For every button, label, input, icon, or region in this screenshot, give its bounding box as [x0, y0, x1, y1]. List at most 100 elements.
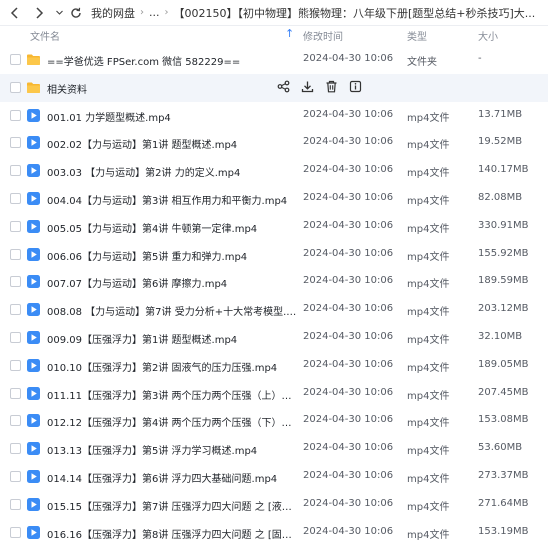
file-row[interactable]: 011.11【压强浮力】第3讲 两个压力两个压强（上）经典五杯模... 2024-… — [0, 380, 548, 408]
file-date: 2024-04-30 10:06 — [303, 386, 394, 398]
folder-row[interactable]: 相关资料 — [0, 73, 548, 102]
file-name[interactable]: 010.10【压强浮力】第2讲 固液气的压力压强.mp4 — [47, 359, 297, 374]
file-size: 32.10MB — [478, 331, 523, 342]
file-name[interactable]: 004.04【力与运动】第3讲 相互作用力和平衡力.mp4 — [47, 192, 297, 207]
file-row[interactable]: 015.15【压强浮力】第7讲 压强浮力四大问题 之 [液体压力压强]... 20… — [0, 491, 548, 519]
back-button[interactable] — [3, 1, 27, 25]
file-name[interactable]: 002.02【力与运动】第1讲 题型概述.mp4 — [47, 136, 297, 151]
breadcrumb-current: 【002150】【初中物理】熊猴物理：八年级下册[题型总结+秒杀技巧]大... — [173, 6, 536, 20]
file-row[interactable]: 007.07【力与运动】第6讲 摩擦力.mp4 2024-04-30 10:06 m… — [0, 268, 548, 296]
row-checkbox[interactable] — [10, 81, 21, 93]
breadcrumb-separator: › — [140, 7, 144, 18]
history-dropdown-button[interactable] — [51, 1, 67, 25]
file-name[interactable]: 015.15【压强浮力】第7讲 压强浮力四大问题 之 [液体压力压强]... — [47, 498, 297, 513]
video-file-icon — [27, 247, 40, 261]
file-type: mp4文件 — [407, 168, 450, 180]
share-button[interactable] — [276, 80, 290, 94]
row-checkbox[interactable] — [10, 193, 21, 204]
sort-arrow-icon[interactable]: ↑ — [285, 27, 294, 40]
file-row[interactable]: 013.13【压强浮力】第5讲 浮力学习概述.mp4 2024-04-30 10:… — [0, 435, 548, 463]
file-row[interactable]: 016.16【压强浮力】第8讲 压强浮力四大问题 之 [固体压力压强]... 20… — [0, 519, 548, 547]
row-actions — [276, 80, 362, 94]
row-checkbox[interactable] — [10, 415, 21, 427]
file-row[interactable]: 005.05【力与运动】第4讲 牛顿第一定律.mp4 2024-04-30 10:… — [0, 213, 548, 241]
row-checkbox[interactable] — [10, 498, 21, 510]
file-name[interactable]: 008.08 【力与运动】第7讲 受力分析+十大常考模型.mp4 — [47, 303, 297, 318]
file-date: 2024-04-30 10:06 — [303, 497, 394, 509]
file-name[interactable]: 003.03 【力与运动】第2讲 力的定义.mp4 — [47, 164, 297, 179]
row-checkbox[interactable] — [10, 54, 21, 65]
column-size-header[interactable]: 大小 — [478, 28, 498, 43]
column-date-header[interactable]: 修改时间 — [303, 28, 343, 43]
column-type-header[interactable]: 类型 — [407, 28, 427, 43]
row-checkbox[interactable] — [10, 471, 21, 482]
file-date: 2024-04-30 10:06 — [303, 53, 394, 64]
file-type: mp4文件 — [407, 307, 450, 319]
file-name[interactable]: 005.05【力与运动】第4讲 牛顿第一定律.mp4 — [47, 220, 297, 235]
file-name[interactable]: 006.06【力与运动】第5讲 重力和弹力.mp4 — [47, 248, 297, 263]
row-checkbox[interactable] — [10, 137, 21, 149]
file-size: 153.08MB — [478, 414, 529, 426]
file-row[interactable]: 014.14【压强浮力】第6讲 浮力四大基础问题.mp4 2024-04-30 1… — [0, 463, 548, 491]
file-row[interactable]: 003.03 【力与运动】第2讲 力的定义.mp4 2024-04-30 10:0… — [0, 157, 548, 185]
file-name[interactable]: 001.01 力学题型概述.mp4 — [47, 109, 297, 124]
file-size: 19.52MB — [478, 136, 523, 148]
details-button[interactable] — [348, 80, 362, 94]
file-date: 2024-04-30 10:06 — [303, 108, 394, 120]
file-row[interactable]: 008.08 【力与运动】第7讲 受力分析+十大常考模型.mp4 2024-04-… — [0, 296, 548, 324]
row-checkbox[interactable] — [10, 526, 21, 538]
file-row[interactable]: 006.06【力与运动】第5讲 重力和弹力.mp4 2024-04-30 10:0… — [0, 241, 548, 269]
row-checkbox[interactable] — [10, 304, 21, 316]
file-name[interactable]: 014.14【压强浮力】第6讲 浮力四大基础问题.mp4 — [47, 470, 297, 485]
row-checkbox[interactable] — [10, 248, 21, 260]
breadcrumb: 我的网盘 › ... › 【002150】【初中物理】熊猴物理：八年级下册[题型… — [91, 5, 535, 21]
file-name[interactable]: 009.09【压强浮力】第1讲 题型概述.mp4 — [47, 331, 297, 346]
file-date: 2024-04-30 10:06 — [303, 358, 394, 370]
file-type: mp4文件 — [407, 446, 450, 458]
file-name[interactable]: ==学爸优选 FPSer.com 微信 582229== — [47, 53, 297, 68]
file-size: 189.59MB — [478, 275, 529, 287]
file-name[interactable]: 012.12【压强浮力】第4讲 两个压力两个压强（下）宽窄杯模型... — [47, 414, 297, 429]
download-button[interactable] — [300, 80, 314, 94]
file-date: 2024-04-30 10:06 — [303, 470, 394, 481]
file-date: 2024-04-30 10:06 — [303, 414, 394, 426]
row-checkbox[interactable] — [10, 443, 21, 455]
row-checkbox[interactable] — [10, 220, 21, 232]
row-checkbox[interactable] — [10, 276, 21, 288]
breadcrumb-root[interactable]: 我的网盘 — [91, 5, 135, 21]
file-size: 155.92MB — [478, 247, 529, 259]
forward-button[interactable] — [27, 1, 51, 25]
file-size: 273.37MB — [478, 470, 529, 481]
delete-button[interactable] — [324, 80, 338, 94]
file-name[interactable]: 007.07【力与运动】第6讲 摩擦力.mp4 — [47, 275, 297, 290]
chevron-right-icon — [36, 6, 44, 19]
file-row[interactable]: 009.09【压强浮力】第1讲 题型概述.mp4 2024-04-30 10:06… — [0, 324, 548, 352]
file-size: 82.08MB — [478, 192, 523, 203]
file-row[interactable]: 012.12【压强浮力】第4讲 两个压力两个压强（下）宽窄杯模型... 2024-… — [0, 407, 548, 435]
row-checkbox[interactable] — [10, 359, 21, 371]
row-checkbox[interactable] — [10, 387, 21, 399]
file-type: mp4文件 — [407, 279, 450, 291]
row-checkbox[interactable] — [10, 165, 21, 177]
file-name[interactable]: 相关资料 — [47, 81, 297, 96]
file-name[interactable]: 016.16【压强浮力】第8讲 压强浮力四大问题 之 [固体压力压强]... — [47, 526, 297, 541]
column-name-header[interactable]: 文件名 — [30, 28, 60, 43]
breadcrumb-ellipsis[interactable]: ... — [149, 6, 160, 19]
file-name[interactable]: 013.13【压强浮力】第5讲 浮力学习概述.mp4 — [47, 442, 297, 457]
file-type: mp4文件 — [407, 140, 450, 152]
file-row[interactable]: 001.01 力学题型概述.mp4 2024-04-30 10:06 mp4文件 13… — [0, 102, 548, 130]
breadcrumb-separator: › — [164, 7, 169, 18]
refresh-button[interactable] — [67, 1, 85, 25]
row-checkbox[interactable] — [10, 109, 21, 121]
video-file-icon — [27, 414, 40, 428]
trash-icon — [326, 81, 336, 93]
file-size: 330.91MB — [478, 219, 529, 231]
file-name[interactable]: 011.11【压强浮力】第3讲 两个压力两个压强（上）经典五杯模... — [47, 387, 297, 402]
file-size: 271.64MB — [478, 497, 529, 509]
file-row[interactable]: 004.04【力与运动】第3讲 相互作用力和平衡力.mp4 2024-04-30 … — [0, 185, 548, 213]
row-checkbox[interactable] — [10, 332, 21, 343]
file-row[interactable]: 002.02【力与运动】第1讲 题型概述.mp4 2024-04-30 10:06… — [0, 129, 548, 157]
file-type: mp4文件 — [407, 251, 450, 263]
folder-row[interactable]: ==学爸优选 FPSer.com 微信 582229== 2024-04-30 1… — [0, 46, 548, 74]
file-row[interactable]: 010.10【压强浮力】第2讲 固液气的压力压强.mp4 2024-04-30 1… — [0, 352, 548, 380]
